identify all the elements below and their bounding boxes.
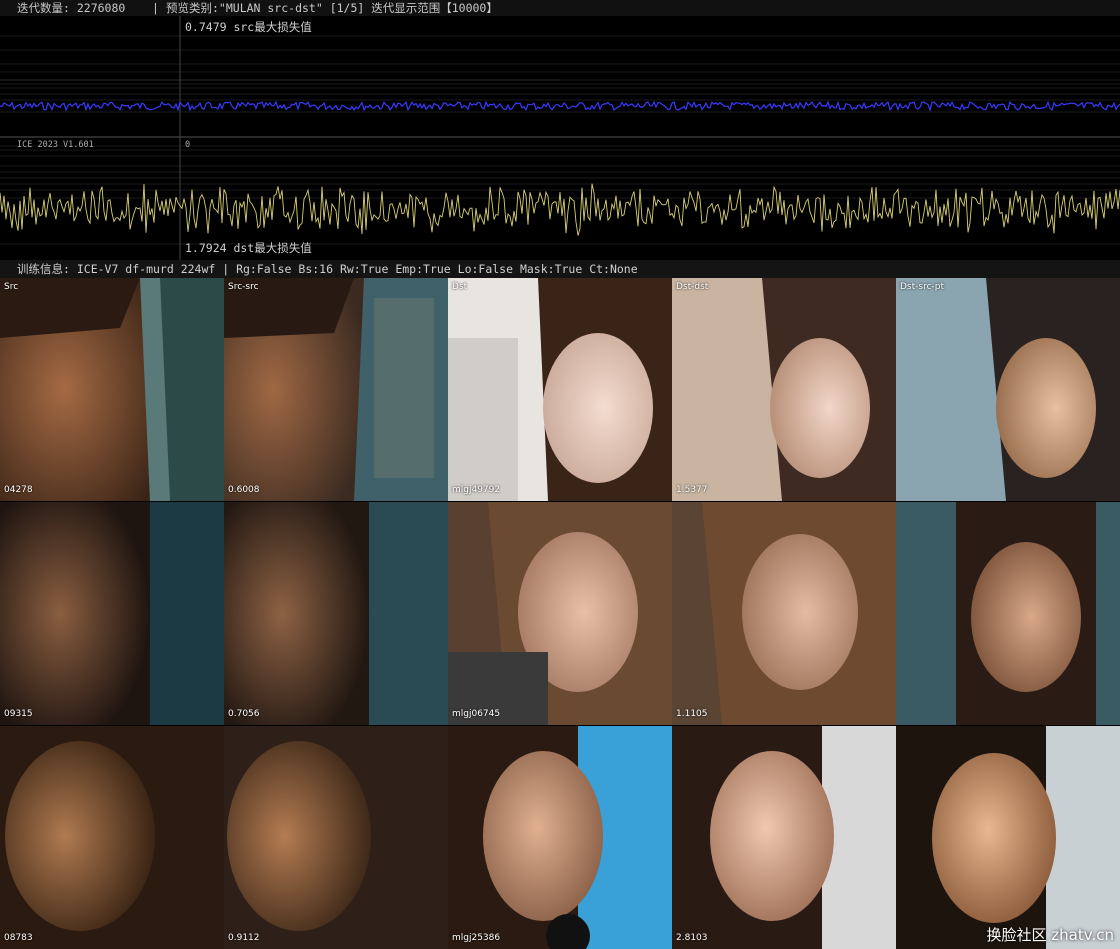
loss-value: 0.7056 — [228, 709, 260, 719]
dst-file-id: mlgj49792 — [452, 485, 501, 495]
dst-file-id: mlgj06745 — [452, 709, 501, 719]
preview-src-src: 0.9112 — [224, 726, 448, 949]
frame-id: 08783 — [4, 933, 33, 943]
column-header: Dst-dst — [676, 282, 709, 292]
loss-graph-canvas — [0, 16, 1120, 260]
preview-dst: mlgj06745 — [448, 502, 672, 725]
preview-dst-dst: 2.8103 — [672, 726, 896, 949]
dst-max-loss-label: 1.7924 dst最大损失值 — [185, 241, 312, 255]
preview-dst-dst: 1.1105 — [672, 502, 896, 725]
status-separator: | — [152, 1, 159, 15]
loss-history-graph: 0.7479 src最大损失值 ICE 2023 V1.601 0 1.7924… — [0, 16, 1120, 260]
preview-dst-src — [896, 502, 1120, 725]
iteration-count: 迭代数量: 2276080 — [17, 1, 126, 15]
preview-src: Src 04278 — [0, 278, 224, 501]
column-header: Dst-src-pt — [900, 282, 945, 292]
watermark: 换脸社区 zhatv.cn — [986, 926, 1114, 944]
preview-dst-src: Dst-src-pt — [896, 278, 1120, 501]
loss-value: 0.6008 — [228, 485, 260, 495]
preview-dst-dst: Dst-dst 1.5377 — [672, 278, 896, 501]
preview-src-src: Src-src 0.6008 — [224, 278, 448, 501]
src-loss-trace — [0, 100, 1120, 113]
loss-value: 1.1105 — [676, 709, 708, 719]
loss-value: 1.5377 — [676, 485, 708, 495]
dst-loss-trace — [0, 183, 1120, 236]
preview-src: 08783 — [0, 726, 224, 949]
loss-value: 2.8103 — [676, 933, 708, 943]
preview-grid: Src 04278 Src-src 0.6008 Dst mlgj49792 D… — [0, 278, 1120, 949]
preview-dst: Dst mlgj49792 — [448, 278, 672, 501]
frame-id: 09315 — [4, 709, 33, 719]
dst-file-id: mlgj25386 — [452, 933, 501, 943]
column-header: Src-src — [228, 282, 259, 292]
preview-src: 09315 — [0, 502, 224, 725]
loss-value: 0.9112 — [228, 933, 260, 943]
preview-src-src: 0.7056 — [224, 502, 448, 725]
preview-info: 预览类别:"MULAN src-dst" [1/5] 迭代显示范围【10000】 — [166, 1, 498, 15]
column-header: Dst — [452, 282, 468, 292]
status-bar: 迭代数量: 2276080 | 预览类别:"MULAN src-dst" [1/… — [0, 0, 1120, 16]
training-info-bar: 训练信息: ICE-V7 df-murd 224wf | Rg:False Bs… — [0, 260, 1120, 278]
preview-dst-src — [896, 726, 1120, 949]
zero-label: 0 — [185, 140, 191, 150]
version-label: ICE 2023 V1.601 — [17, 140, 94, 150]
src-max-loss-label: 0.7479 src最大损失值 — [185, 20, 312, 34]
frame-id: 04278 — [4, 485, 33, 495]
column-header: Src — [4, 282, 19, 292]
preview-dst: mlgj25386 — [448, 726, 672, 949]
